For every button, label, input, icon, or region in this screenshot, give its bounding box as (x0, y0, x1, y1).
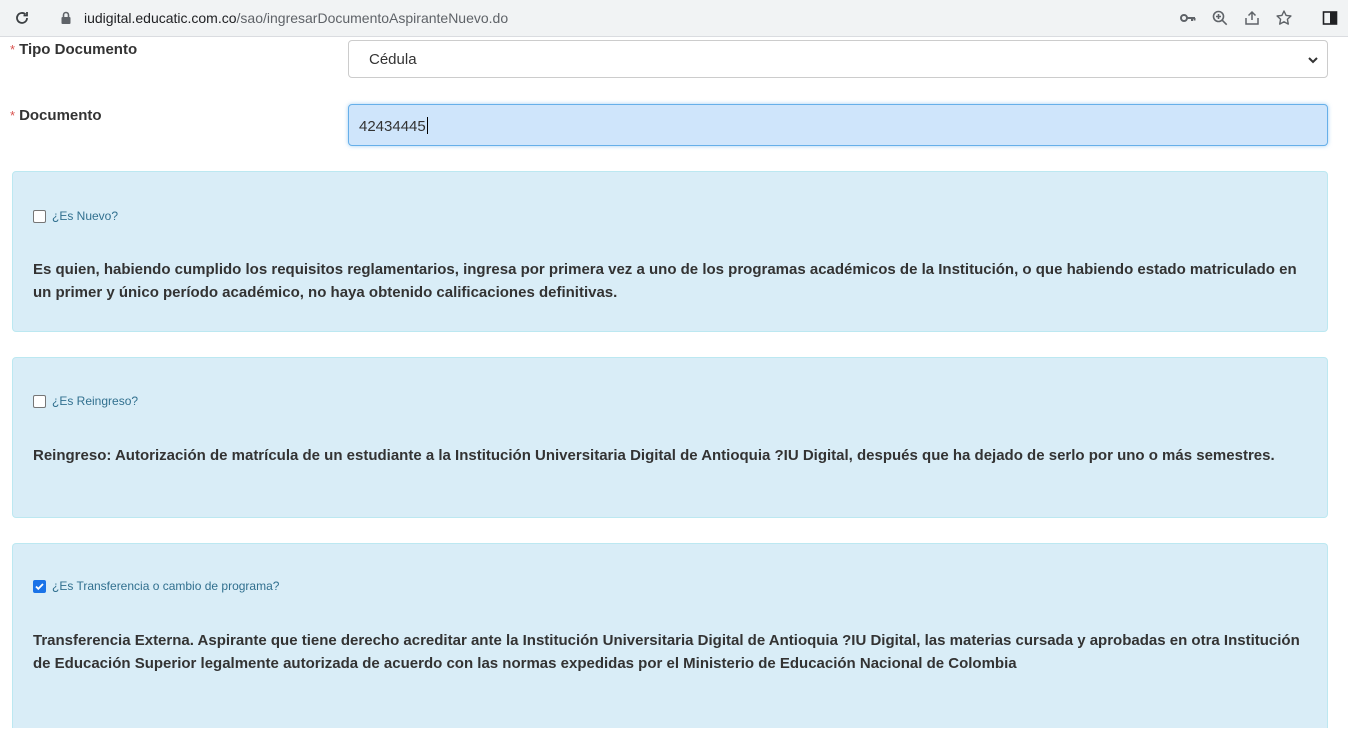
documento-input[interactable]: 42434445 (348, 104, 1328, 146)
required-mark: * (10, 108, 16, 123)
es-nuevo-label[interactable]: ¿Es Nuevo? (52, 209, 118, 223)
es-transferencia-description: Transferencia Externa. Aspirante que tie… (33, 632, 1300, 672)
address-bar[interactable]: iudigital.educatic.com.co/sao/ingresarDo… (46, 3, 1166, 33)
es-transferencia-option[interactable]: ¿Es Transferencia o cambio de programa? (33, 579, 279, 593)
tipo-documento-text: Tipo Documento (19, 41, 138, 58)
sidebar-icon[interactable] (1318, 6, 1342, 30)
documento-label: * Documento (10, 107, 102, 124)
text-cursor (426, 117, 428, 134)
es-reingreso-checkbox[interactable] (33, 394, 46, 408)
share-icon[interactable] (1240, 6, 1264, 30)
required-mark: * (10, 42, 16, 57)
documento-value: 42434445 (359, 117, 428, 135)
url-path: /sao/ingresarDocumentoAspiranteNuevo.do (236, 10, 509, 26)
browser-toolbar: iudigital.educatic.com.co/sao/ingresarDo… (0, 0, 1348, 37)
tipo-documento-label: * Tipo Documento (10, 41, 137, 58)
chevron-down-icon (1307, 53, 1319, 71)
tipo-documento-value: Cédula (369, 51, 417, 68)
zoom-icon[interactable] (1208, 6, 1232, 30)
checkmark-icon (35, 582, 44, 590)
es-nuevo-option[interactable]: ¿Es Nuevo? (33, 209, 118, 223)
documento-text: Documento (19, 107, 102, 124)
es-nuevo-description: Es quien, habiendo cumplido los requisit… (33, 261, 1297, 301)
panel-es-reingreso: ¿Es Reingreso? Reingreso: Autorización d… (12, 357, 1328, 518)
es-reingreso-label[interactable]: ¿Es Reingreso? (52, 394, 138, 408)
reload-icon[interactable] (10, 6, 34, 30)
es-reingreso-description: Reingreso: Autorización de matrícula de … (33, 447, 1275, 464)
lock-icon[interactable] (58, 10, 74, 26)
es-reingreso-option[interactable]: ¿Es Reingreso? (33, 394, 138, 408)
tipo-documento-select[interactable]: Cédula (348, 40, 1328, 78)
panel-es-nuevo: ¿Es Nuevo? Es quien, habiendo cumplido l… (12, 171, 1328, 332)
es-transferencia-checkbox[interactable] (33, 579, 46, 593)
documento-value-text: 42434445 (359, 118, 426, 135)
url-host: iudigital.educatic.com.co (84, 10, 237, 26)
url-text[interactable]: iudigital.educatic.com.co/sao/ingresarDo… (84, 10, 508, 26)
panel-es-transferencia: ¿Es Transferencia o cambio de programa? … (12, 543, 1328, 728)
es-nuevo-checkbox[interactable] (33, 209, 46, 223)
key-icon[interactable] (1176, 6, 1200, 30)
star-icon[interactable] (1272, 6, 1296, 30)
es-transferencia-label[interactable]: ¿Es Transferencia o cambio de programa? (52, 579, 279, 593)
